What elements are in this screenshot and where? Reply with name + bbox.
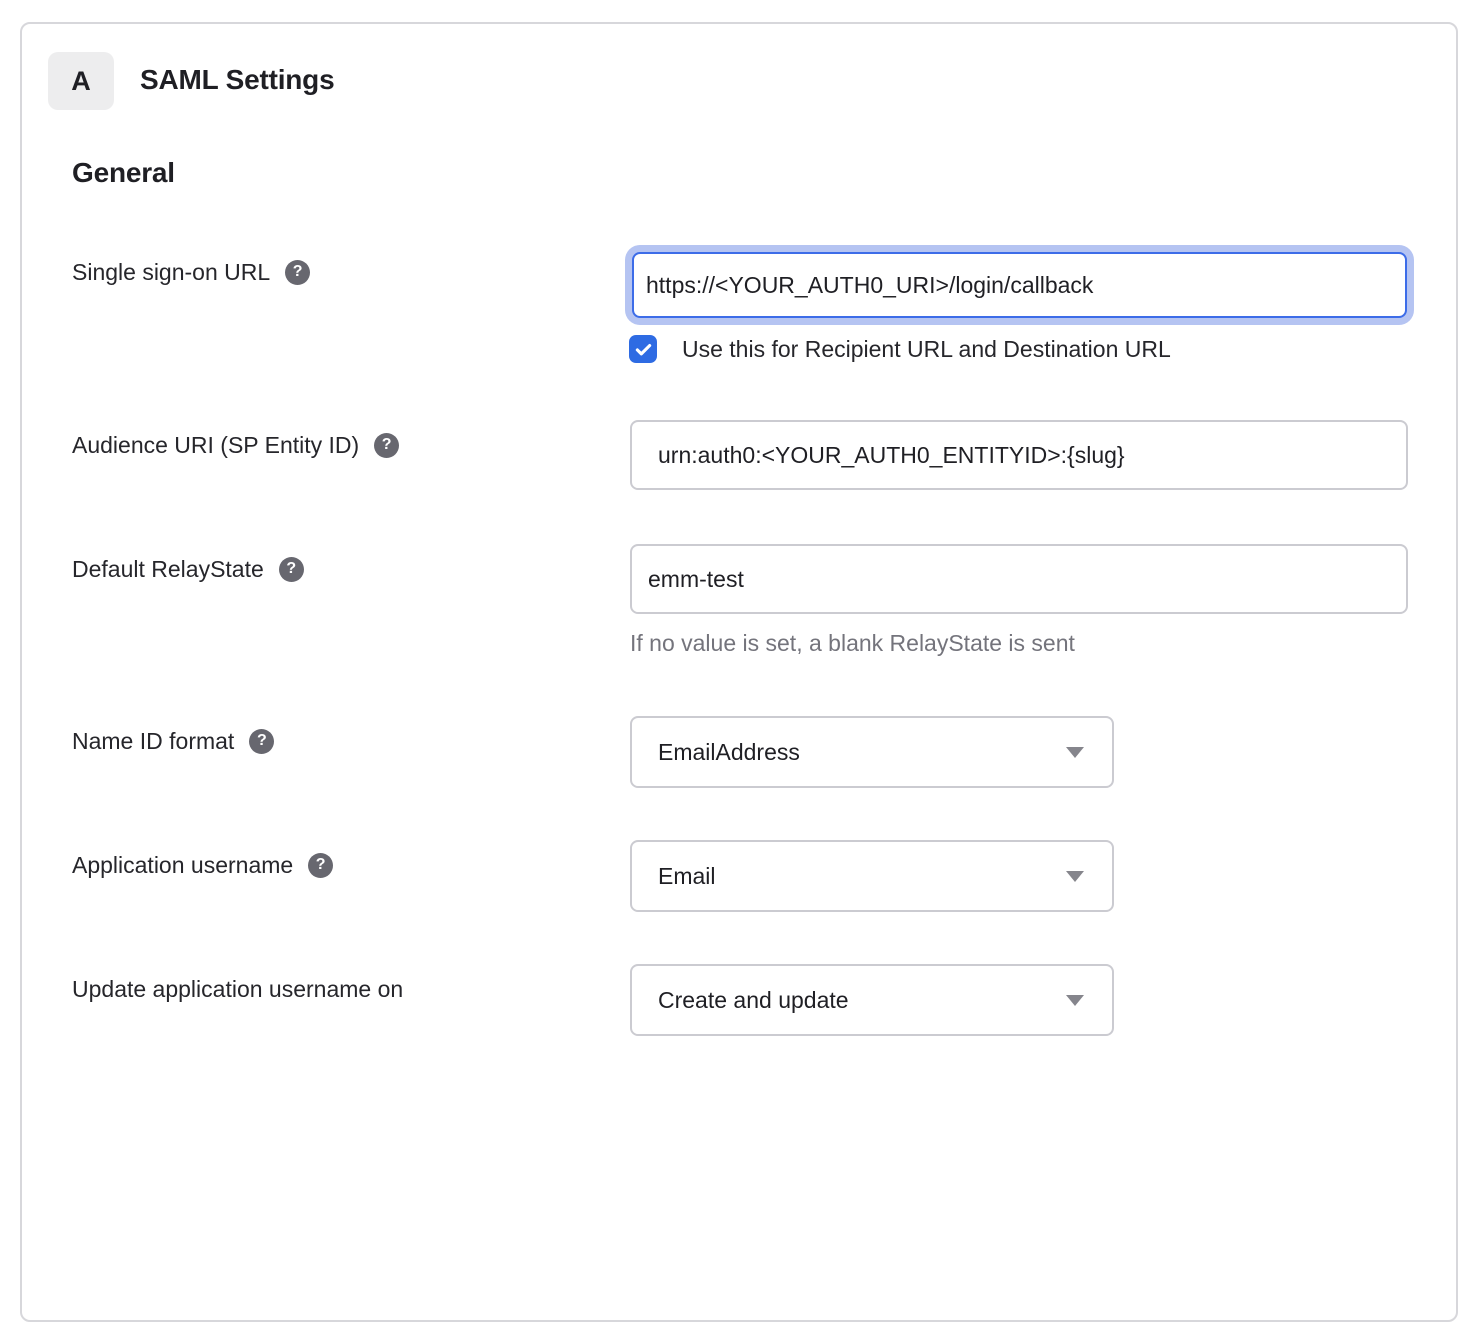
section-badge-letter: A — [71, 66, 91, 97]
chevron-down-icon — [1066, 871, 1084, 882]
help-icon[interactable]: ? — [285, 260, 310, 285]
name-id-format-label-text: Name ID format — [72, 726, 234, 756]
update-application-username-label-text: Update application username on — [72, 974, 403, 1004]
audience-uri-input[interactable] — [630, 420, 1408, 490]
help-icon[interactable]: ? — [374, 433, 399, 458]
name-id-format-label: Name ID format ? — [72, 726, 274, 756]
help-icon[interactable]: ? — [279, 557, 304, 582]
application-username-dropdown[interactable]: Email — [630, 840, 1114, 912]
recipient-url-checkbox-label: Use this for Recipient URL and Destinati… — [682, 336, 1171, 363]
general-section-heading: General — [72, 157, 175, 189]
name-id-format-value: EmailAddress — [658, 739, 800, 766]
application-username-label-text: Application username — [72, 850, 293, 880]
card-title: SAML Settings — [140, 64, 334, 96]
chevron-down-icon — [1066, 747, 1084, 758]
default-relaystate-label-text: Default RelayState — [72, 554, 264, 584]
chevron-down-icon — [1066, 995, 1084, 1006]
update-application-username-dropdown[interactable]: Create and update — [630, 964, 1114, 1036]
application-username-label: Application username ? — [72, 850, 333, 880]
help-icon[interactable]: ? — [249, 729, 274, 754]
audience-uri-label-text: Audience URI (SP Entity ID) — [72, 430, 359, 460]
audience-uri-label: Audience URI (SP Entity ID) ? — [72, 430, 399, 460]
sso-url-label: Single sign-on URL ? — [72, 257, 310, 287]
default-relaystate-label: Default RelayState ? — [72, 554, 304, 584]
sso-url-label-text: Single sign-on URL — [72, 257, 270, 287]
update-application-username-label: Update application username on — [72, 974, 403, 1004]
name-id-format-dropdown[interactable]: EmailAddress — [630, 716, 1114, 788]
section-badge: A — [48, 52, 114, 110]
sso-url-input[interactable] — [632, 252, 1407, 318]
relaystate-helper-text: If no value is set, a blank RelayState i… — [630, 630, 1075, 657]
application-username-value: Email — [658, 863, 716, 890]
update-application-username-value: Create and update — [658, 987, 849, 1014]
default-relaystate-input[interactable] — [630, 544, 1408, 614]
recipient-url-checkbox[interactable] — [629, 335, 657, 363]
saml-settings-card: A SAML Settings General Single sign-on U… — [20, 22, 1458, 1322]
help-icon[interactable]: ? — [308, 853, 333, 878]
checkmark-icon — [633, 339, 654, 360]
